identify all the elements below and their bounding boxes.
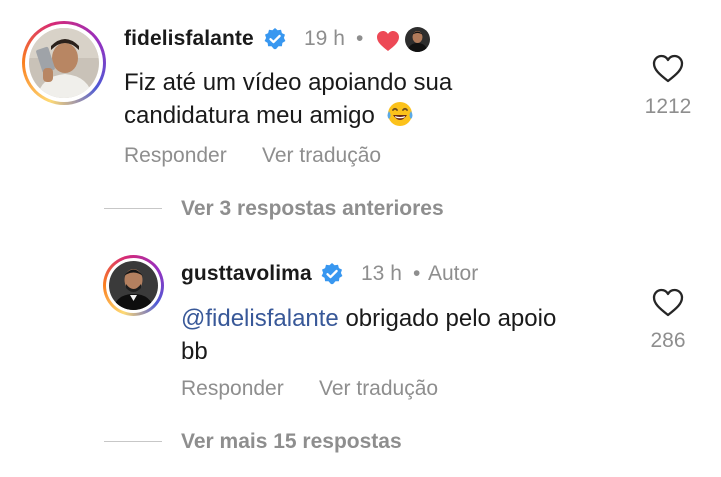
profile-photo [29, 28, 99, 98]
reply-button[interactable]: Responder [124, 144, 227, 168]
verified-badge-icon [264, 28, 286, 50]
comment-username[interactable]: fidelisfalante [124, 27, 254, 51]
comment-time: 13 h [361, 262, 402, 285]
like-heart-icon[interactable] [652, 288, 684, 317]
view-previous-replies-button[interactable]: Ver 3 respostas anteriores [181, 197, 444, 221]
reply-button[interactable]: Responder [181, 377, 284, 401]
like-heart-icon[interactable] [652, 54, 684, 83]
comment-text: Fiz até um vídeo apoiando sua candidatur… [124, 69, 453, 129]
author-label: Autor [428, 262, 479, 285]
laughing-emoji-icon [382, 102, 414, 129]
like-count: 1212 [644, 95, 692, 118]
comments-panel: fidelisfalante 19 h • Fiz até um vídeo a… [0, 0, 721, 477]
meta-separator: • [356, 27, 364, 50]
view-more-replies-button[interactable]: Ver mais 15 respostas [181, 430, 402, 454]
thread-divider [104, 441, 162, 442]
translate-button[interactable]: Ver tradução [262, 144, 381, 168]
mention-link[interactable]: @fidelisfalante [181, 305, 339, 332]
meta-separator: • [413, 262, 421, 285]
comment-username[interactable]: gusttavolima [181, 262, 312, 286]
comment-time: 19 h [304, 27, 345, 50]
thread-divider [104, 208, 162, 209]
profile-photo [109, 261, 158, 310]
avatar-fidelisfalante[interactable] [22, 21, 106, 105]
verified-badge-icon [321, 263, 343, 285]
translate-button[interactable]: Ver tradução [319, 377, 438, 401]
like-count: 286 [650, 329, 686, 352]
creator-liked-heart-icon [377, 31, 399, 51]
creator-avatar-mini [405, 27, 430, 52]
comment-text: @fidelisfalante obrigado pelo apoio bb [181, 305, 557, 365]
avatar-gusttavolima[interactable] [103, 255, 164, 316]
